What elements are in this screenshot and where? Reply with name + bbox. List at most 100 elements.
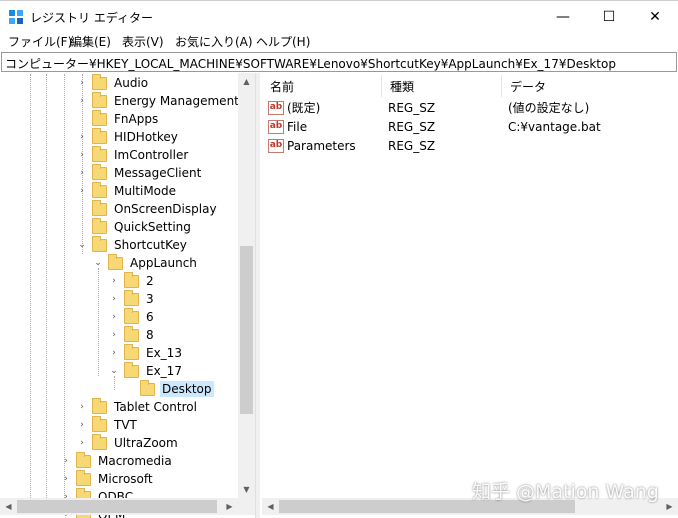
tree-item-label: FnApps [114, 112, 159, 126]
window-title: レジストリ エディター [30, 11, 153, 25]
chevron-right-icon[interactable]: › [108, 290, 120, 308]
folder-icon [92, 433, 107, 450]
folder-icon [140, 379, 155, 396]
tree-item[interactable]: › ImController [76, 145, 190, 164]
value-row[interactable]: ab (既定) REG_SZ (値の設定なし) [262, 98, 678, 117]
address-bar[interactable]: コンピューター¥HKEY_LOCAL_MACHINE¥SOFTWARE¥Leno… [1, 52, 677, 72]
tree-guide-line [114, 376, 115, 390]
menu-help[interactable]: ヘルプ(H) [256, 33, 310, 50]
tree-horizontal-thumb[interactable] [17, 500, 217, 513]
value-name: File [287, 119, 308, 134]
tree-guide-line [30, 74, 31, 498]
chevron-right-icon[interactable]: › [76, 434, 88, 452]
chevron-right-icon[interactable]: › [76, 398, 88, 416]
column-header-name[interactable]: 名前 [262, 75, 382, 97]
tree-guide-line [98, 268, 99, 376]
tree-item[interactable]: › 8 [108, 325, 156, 344]
tree-item-label: HIDHotkey [114, 130, 178, 144]
tree-item[interactable]: FnApps [76, 109, 160, 128]
tree-item[interactable]: › Energy Management [76, 91, 241, 110]
value-type: REG_SZ [388, 100, 436, 115]
folder-icon [92, 109, 107, 126]
tree-item[interactable]: › Ex_13 [108, 343, 184, 362]
scroll-left-icon[interactable]: ◀ [262, 498, 279, 515]
folder-icon [92, 415, 107, 432]
tree-item[interactable]: Desktop [124, 379, 214, 398]
menu-file[interactable]: ファイル(F) [8, 33, 72, 50]
chevron-right-icon[interactable]: › [76, 416, 88, 434]
scroll-left-icon[interactable]: ◀ [0, 498, 17, 515]
tree-item[interactable]: › 2 [108, 271, 156, 290]
chevron-right-icon[interactable]: › [108, 326, 120, 344]
tree-item[interactable]: ⌄ AppLaunch [92, 253, 199, 272]
tree-item-label: Ex_17 [146, 364, 182, 378]
tree-item-label: ShortcutKey [114, 238, 187, 252]
menu-view[interactable]: 表示(V) [122, 33, 164, 50]
tree-item-label: ImController [114, 148, 189, 162]
tree-item-label: MessageClient [114, 166, 202, 180]
string-value-icon: ab [268, 100, 284, 115]
column-header-data[interactable]: データ [502, 75, 678, 97]
tree-item[interactable]: › Tablet Control [76, 397, 199, 416]
close-button[interactable]: ✕ [632, 1, 678, 32]
value-row[interactable]: ab Parameters REG_SZ [262, 136, 678, 155]
folder-icon [124, 289, 139, 306]
folder-icon [124, 343, 139, 360]
tree-item[interactable]: OnScreenDisplay [76, 199, 219, 218]
tree-item-label: QuickSetting [114, 220, 191, 234]
tree-item[interactable]: › TVT [76, 415, 139, 434]
tree-item[interactable]: › MultiMode [76, 181, 178, 200]
close-icon: ✕ [649, 8, 661, 25]
folder-icon [92, 235, 107, 252]
tree-item-label: MultiMode [114, 184, 177, 198]
folder-icon [92, 145, 107, 162]
tree-item[interactable]: › UltraZoom [76, 433, 180, 452]
tree-item-label: OnScreenDisplay [114, 202, 217, 216]
chevron-right-icon[interactable]: › [108, 308, 120, 326]
chevron-right-icon[interactable]: › [60, 452, 72, 470]
chevron-right-icon[interactable]: › [108, 344, 120, 362]
minimize-button[interactable]: — [540, 1, 586, 32]
scroll-right-icon[interactable]: ▶ [221, 498, 238, 515]
column-header-type[interactable]: 種類 [382, 75, 502, 97]
tree-item-label: 2 [146, 274, 154, 288]
tree-item-label: AppLaunch [130, 256, 197, 270]
menu-edit[interactable]: 編集(E) [70, 33, 111, 50]
title-bar: レジストリ エディター — ☐ ✕ [0, 0, 678, 31]
folder-icon [92, 73, 107, 90]
maximize-button[interactable]: ☐ [586, 1, 632, 32]
tree-item[interactable]: › MessageClient [76, 163, 203, 182]
menu-favorites[interactable]: お気に入り(A) [175, 33, 253, 50]
folder-icon [124, 325, 139, 342]
tree-item[interactable]: QuickSetting [76, 217, 193, 236]
scroll-down-icon[interactable]: ▼ [238, 481, 255, 498]
chevron-right-icon[interactable]: › [60, 470, 72, 488]
tree-item[interactable]: › Macromedia [60, 451, 174, 470]
tree-item[interactable]: ⌄ ShortcutKey [76, 235, 189, 254]
folder-icon [76, 469, 91, 486]
tree-item[interactable]: › Microsoft [60, 469, 155, 488]
value-row[interactable]: ab File REG_SZ C:¥vantage.bat [262, 117, 678, 136]
string-value-icon: ab [268, 119, 284, 134]
tree-item-label: Audio [114, 76, 149, 90]
scroll-up-icon[interactable]: ▲ [238, 73, 255, 90]
value-type: REG_SZ [388, 119, 436, 134]
scroll-right-icon[interactable]: ▶ [661, 498, 678, 515]
tree-item-label: Tablet Control [114, 400, 197, 414]
folder-icon [124, 271, 139, 288]
tree-item[interactable]: › 3 [108, 289, 156, 308]
tree-item[interactable]: › HIDHotkey [76, 127, 180, 146]
folder-icon [92, 127, 107, 144]
string-value-icon: ab [268, 138, 284, 153]
tree-item[interactable]: ⌄ Ex_17 [108, 361, 184, 380]
chevron-right-icon[interactable]: › [108, 272, 120, 290]
tree-item[interactable]: › 6 [108, 307, 156, 326]
minimize-icon: — [556, 8, 570, 25]
tree-item-label: 8 [146, 328, 154, 342]
tree-item[interactable]: › Audio [76, 73, 150, 92]
tree-vertical-thumb[interactable] [240, 246, 253, 414]
folder-icon [124, 307, 139, 324]
value-name: Parameters [287, 138, 356, 153]
folder-icon [124, 361, 139, 378]
